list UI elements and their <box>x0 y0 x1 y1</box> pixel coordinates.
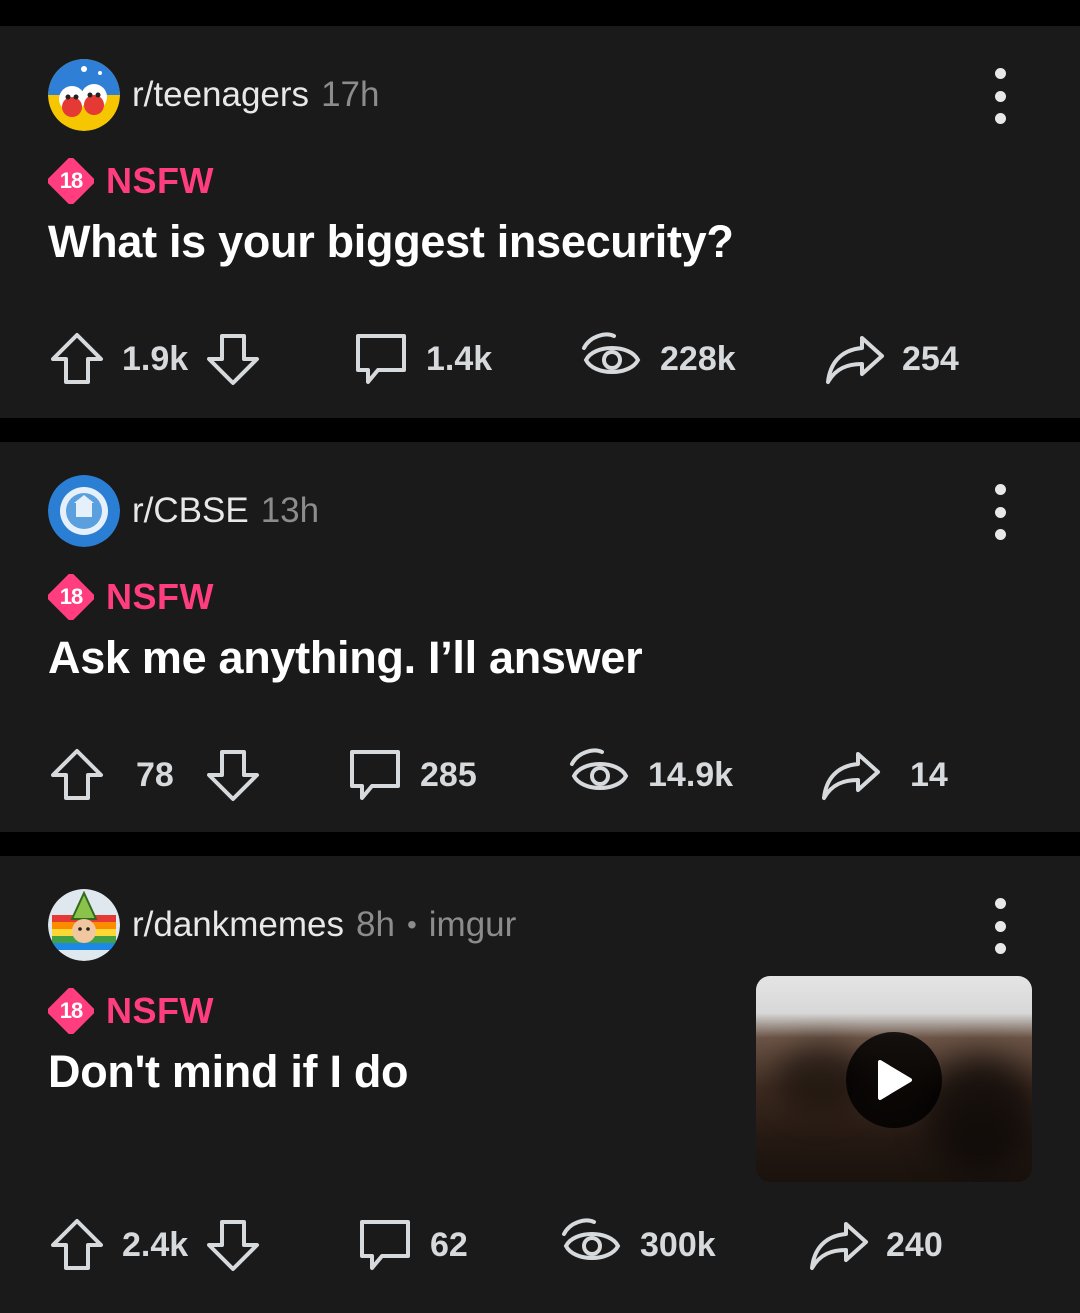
subreddit-name[interactable]: r/dankmemes <box>132 905 344 945</box>
nsfw-tag: 18 NSFW <box>48 988 214 1034</box>
vote-group: 78 <box>48 744 262 806</box>
view-count: 300k <box>640 1225 716 1264</box>
downvote-icon[interactable] <box>204 1216 262 1274</box>
post-header: r/teenagers 17h <box>48 58 379 132</box>
share-icon <box>822 752 880 800</box>
comment-count: 62 <box>430 1225 468 1264</box>
downvote-icon[interactable] <box>204 746 262 804</box>
downvote-icon[interactable] <box>204 330 262 388</box>
post-header: r/CBSE 13h <box>48 474 319 548</box>
post-age: 17h <box>321 75 380 114</box>
comments-button[interactable]: 1.4k <box>352 328 492 390</box>
view-count: 228k <box>660 339 736 378</box>
views-eye-icon <box>562 1218 621 1260</box>
nsfw-18-icon: 18 <box>48 574 94 620</box>
vote-group: 2.4k <box>48 1214 262 1276</box>
post-title[interactable]: What is your biggest insecurity? <box>48 216 734 268</box>
action-bar: 2.4k 62 300k 240 <box>48 1214 1008 1276</box>
comment-icon <box>356 334 406 384</box>
share-icon <box>826 336 884 384</box>
more-options-icon[interactable] <box>980 68 1020 124</box>
feed: r/teenagers 17h 18 NSFW What is your big… <box>0 0 1080 1313</box>
post-title[interactable]: Don't mind if I do <box>48 1046 409 1098</box>
post-card[interactable]: r/teenagers 17h 18 NSFW What is your big… <box>0 26 1080 418</box>
nsfw-tag: 18 NSFW <box>48 574 214 620</box>
upvote-count: 1.9k <box>122 339 189 378</box>
video-thumbnail[interactable] <box>756 976 1032 1182</box>
dankmemes-avatar-icon[interactable] <box>48 889 120 961</box>
share-icon <box>810 1222 868 1270</box>
action-bar: 1.9k 1.4k 228k 254 <box>48 328 1008 390</box>
more-options-icon[interactable] <box>980 484 1020 540</box>
upvote-count: 78 <box>136 755 174 794</box>
share-button[interactable]: 254 <box>822 328 959 390</box>
share-count: 240 <box>886 1225 943 1264</box>
nsfw-18-icon: 18 <box>48 158 94 204</box>
post-age: 13h <box>260 491 320 530</box>
post-header: r/dankmemes 8h • imgur <box>48 888 516 962</box>
views-eye-icon <box>570 748 629 790</box>
play-icon[interactable] <box>846 1032 942 1128</box>
post-age: 8h <box>356 905 395 944</box>
share-button[interactable]: 14 <box>818 744 948 806</box>
post-title[interactable]: Ask me anything. I’ll answer <box>48 632 643 684</box>
view-count: 14.9k <box>648 755 734 794</box>
nsfw-18-icon: 18 <box>48 988 94 1034</box>
more-options-icon[interactable] <box>980 898 1020 954</box>
comment-count: 1.4k <box>426 339 493 378</box>
cbse-avatar-icon[interactable] <box>48 475 120 547</box>
views-indicator: 300k <box>560 1214 716 1276</box>
post-card[interactable]: r/dankmemes 8h • imgur 18 NSFW Don't min… <box>0 856 1080 1313</box>
link-domain[interactable]: imgur <box>429 905 517 945</box>
nsfw-tag: 18 NSFW <box>48 158 214 204</box>
nsfw-label: NSFW <box>106 160 214 201</box>
share-count: 254 <box>902 339 959 378</box>
subreddit-name[interactable]: r/CBSE <box>132 491 249 531</box>
comments-button[interactable]: 62 <box>356 1214 468 1276</box>
comment-count: 285 <box>420 755 477 794</box>
views-indicator: 14.9k <box>568 744 733 806</box>
subreddit-name[interactable]: r/teenagers <box>132 75 309 115</box>
comment-icon <box>350 750 400 800</box>
upvote-count: 2.4k <box>122 1225 189 1264</box>
views-eye-icon <box>582 332 641 374</box>
upvote-icon[interactable] <box>48 330 106 388</box>
post-card[interactable]: r/CBSE 13h 18 NSFW Ask me anything. I’ll… <box>0 442 1080 832</box>
action-bar: 78 285 14.9k 14 <box>48 744 1008 806</box>
comment-icon <box>360 1220 410 1270</box>
nsfw-label: NSFW <box>106 990 214 1031</box>
comments-button[interactable]: 285 <box>346 744 477 806</box>
upvote-icon[interactable] <box>48 1216 106 1274</box>
nsfw-label: NSFW <box>106 576 214 617</box>
teenagers-avatar-icon[interactable] <box>48 59 120 131</box>
meta-separator: • <box>406 909 417 940</box>
upvote-icon[interactable] <box>48 746 106 804</box>
share-count: 14 <box>910 755 948 794</box>
vote-group: 1.9k <box>48 328 262 390</box>
views-indicator: 228k <box>580 328 736 390</box>
share-button[interactable]: 240 <box>806 1214 943 1276</box>
